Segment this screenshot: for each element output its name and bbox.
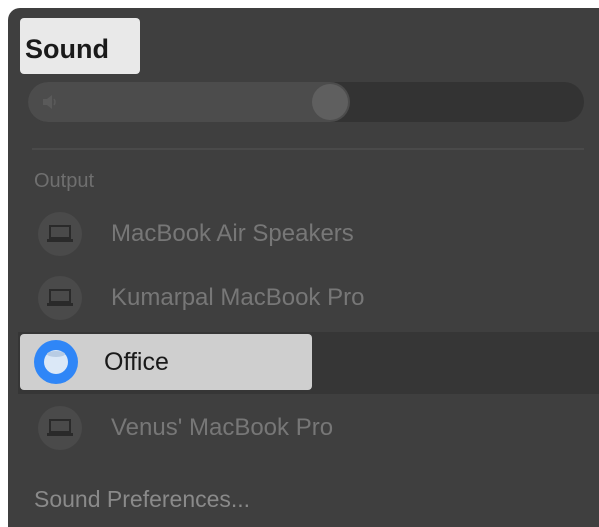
output-device-kumarpal-macbook-pro[interactable]: Kumarpal MacBook Pro: [18, 270, 593, 328]
laptop-icon: [38, 276, 82, 320]
device-label: Kumarpal MacBook Pro: [111, 284, 365, 311]
device-label: Venus' MacBook Pro: [111, 414, 334, 441]
volume-slider-fill: [28, 82, 350, 122]
laptop-icon: [38, 212, 82, 256]
sound-menu-panel: Sound Output MacBook Air Speakers Kumarp…: [8, 8, 599, 527]
volume-slider[interactable]: [28, 82, 584, 122]
output-section-label: Output: [34, 170, 95, 192]
divider: [32, 148, 584, 150]
laptop-icon: [38, 406, 82, 450]
output-device-macbook-air-speakers[interactable]: MacBook Air Speakers: [18, 206, 593, 264]
sound-preferences-link[interactable]: Sound Preferences...: [34, 486, 250, 513]
panel-title: Sound: [25, 34, 109, 64]
volume-slider-knob[interactable]: [312, 84, 348, 120]
speaker-icon: [43, 95, 56, 109]
output-device-venus-macbook-pro[interactable]: Venus' MacBook Pro: [18, 400, 593, 458]
homepod-icon: [34, 340, 78, 384]
device-label-office: Office: [104, 348, 169, 376]
device-label: MacBook Air Speakers: [111, 220, 354, 247]
